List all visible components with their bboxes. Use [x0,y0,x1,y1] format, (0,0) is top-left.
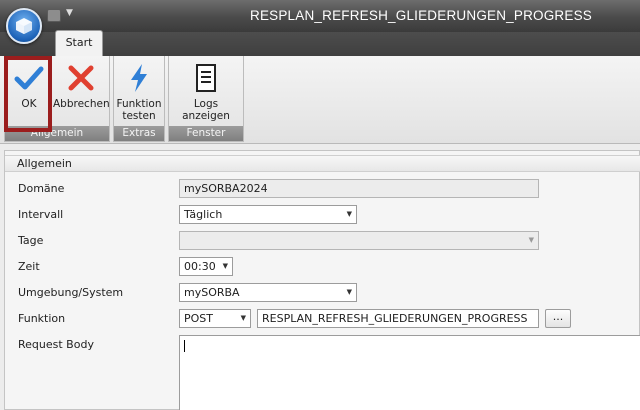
ribbon-group-label: Fenster [169,126,243,141]
domain-label: Domäne [18,182,65,195]
function-field[interactable]: RESPLAN_REFRESH_GLIEDERUNGEN_PROGRESS [257,309,539,328]
document-icon [196,64,216,92]
request-body-textarea[interactable] [179,335,640,410]
test-function-button-label: Funktion testen [116,98,162,122]
cross-icon [68,65,94,91]
test-function-button[interactable]: Funktion testen [114,58,164,124]
text-caret [184,340,185,352]
chevron-down-icon: ▼ [240,314,246,322]
interval-select[interactable]: Täglich ▼ [179,205,357,224]
ribbon-group-label: Extras [114,126,164,141]
ribbon-group-extras: Funktion testen Extras [113,56,165,142]
cancel-button[interactable]: Abbrechen [53,58,110,124]
app-menu-button[interactable] [6,8,42,44]
chevron-down-icon: ▼ [222,262,228,270]
time-value: 00:30 [184,260,216,273]
request-body-label: Request Body [18,338,94,351]
environment-select[interactable]: mySORBA ▼ [179,283,357,302]
save-icon[interactable] [47,9,61,22]
lightning-icon [131,64,147,92]
interval-value: Täglich [184,208,223,221]
tab-start[interactable]: Start [55,30,103,56]
domain-field: mySORBA2024 [179,179,539,198]
title-bar: ▼ RESPLAN_REFRESH_GLIEDERUNGEN_PROGRESS [0,0,640,32]
section-header: Allgemein [5,155,640,172]
form-panel: Allgemein Domäne mySORBA2024 Intervall T… [4,150,640,410]
chevron-down-icon[interactable]: ▼ [66,8,73,18]
show-logs-button-label: Logs anzeigen [182,98,230,122]
ok-button-highlight [4,56,52,132]
window-title: RESPLAN_REFRESH_GLIEDERUNGEN_PROGRESS [250,8,592,23]
method-value: POST [184,312,213,325]
browse-button[interactable]: ... [545,309,571,328]
cancel-button-label: Abbrechen [53,98,110,110]
time-label: Zeit [18,260,40,273]
days-label: Tage [18,234,44,247]
chevron-down-icon: ▼ [346,288,352,296]
chevron-down-icon: ▼ [528,236,534,244]
cube-icon [16,18,32,34]
days-select: ▼ [179,231,539,250]
function-label: Funktion [18,312,66,325]
time-select[interactable]: 00:30 ▼ [179,257,233,276]
show-logs-button[interactable]: Logs anzeigen [169,58,243,124]
ribbon: OK Abbrechen Allgemein Funktion testen E… [0,56,640,144]
method-select[interactable]: POST ▼ [179,309,251,328]
environment-value: mySORBA [184,286,240,299]
chevron-down-icon: ▼ [346,210,352,218]
ribbon-group-fenster: Logs anzeigen Fenster [168,56,244,142]
interval-label: Intervall [18,208,64,221]
environment-label: Umgebung/System [18,286,124,299]
